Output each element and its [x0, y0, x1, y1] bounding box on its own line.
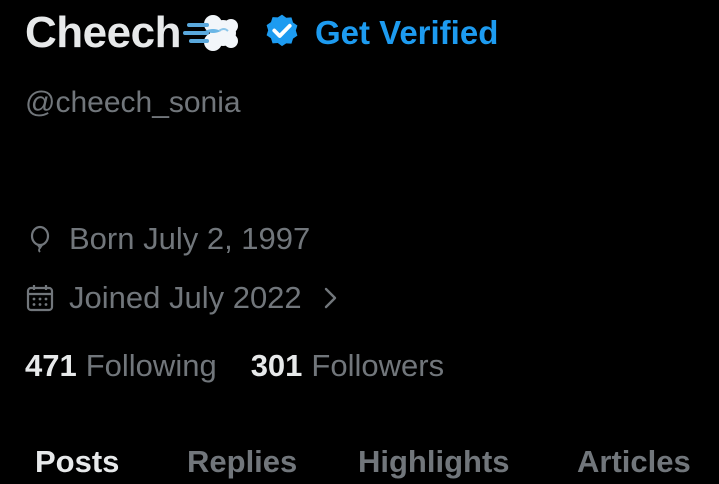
birth-date-row: Born July 2, 1997	[25, 221, 310, 257]
followers-count: 301	[250, 348, 303, 383]
joined-date-text: Joined July 2022	[69, 280, 302, 315]
followers-link[interactable]: 301 Followers	[251, 348, 444, 384]
calendar-icon	[26, 285, 54, 312]
profile-name-row: Cheech Get Verified	[25, 6, 498, 60]
verified-badge-icon[interactable]	[261, 12, 303, 54]
following-count: 471	[25, 348, 77, 383]
get-verified-link[interactable]: Get Verified	[315, 14, 498, 52]
balloon-icon	[30, 225, 50, 253]
tab-replies[interactable]: Replies	[187, 444, 297, 480]
follow-stats: 471 Following 301 Followers	[25, 348, 444, 384]
followers-label: Followers	[311, 348, 445, 383]
tab-highlights[interactable]: Highlights	[358, 444, 510, 480]
chevron-right-icon[interactable]	[320, 285, 342, 311]
following-link[interactable]: 471 Following	[25, 348, 217, 384]
following-label: Following	[85, 348, 217, 383]
tab-posts[interactable]: Posts	[35, 444, 119, 480]
profile-handle: @cheech_sonia	[25, 86, 241, 119]
dashing-away-emoji-icon	[182, 15, 238, 51]
birth-date-text: Born July 2, 1997	[69, 221, 311, 256]
joined-date-row: Joined July 2022	[25, 280, 342, 316]
tab-articles[interactable]: Articles	[577, 444, 691, 480]
profile-tabs: Posts Replies Highlights Articles	[0, 440, 719, 484]
display-name: Cheech	[25, 8, 181, 57]
